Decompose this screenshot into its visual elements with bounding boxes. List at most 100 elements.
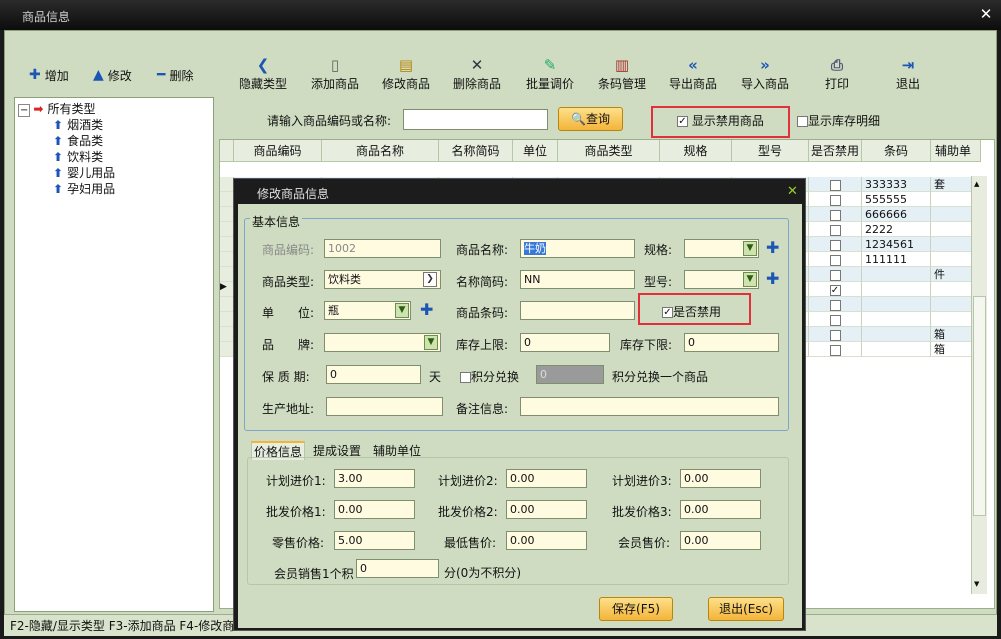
col-barcode[interactable]: 条码 [862,140,931,162]
col-name[interactable]: 商品名称 [322,140,439,162]
checkbox-icon[interactable] [829,209,841,221]
plan1-field[interactable]: 3.00 [334,469,415,488]
exit-dialog-button[interactable]: 退出(Esc) [708,597,784,621]
search-input[interactable] [403,109,548,130]
checkbox-icon[interactable] [829,254,841,266]
row-header[interactable] [220,297,234,312]
table-cell[interactable]: 333333 [862,177,931,192]
checkbox-icon[interactable] [829,179,841,191]
row-header[interactable] [220,177,234,192]
tree-item-maternity[interactable]: ⬆ 孕妇用品 [53,180,115,197]
checkbox-icon[interactable] [829,224,841,236]
scroll-up-icon[interactable]: ▲ [974,180,979,188]
add-spec-icon[interactable]: ✚ [766,240,779,256]
table-cell[interactable]: ✓ [809,282,862,297]
table-cell[interactable] [862,267,931,282]
tree-item-baby[interactable]: ⬆ 婴儿用品 [53,164,115,181]
barcode-button[interactable]: ▥ 条码管理 [590,55,654,92]
table-cell[interactable] [809,192,862,207]
shelf-life-field[interactable]: 0 [326,365,421,384]
table-cell[interactable] [862,342,931,357]
table-cell[interactable] [862,297,931,312]
table-cell[interactable] [809,267,862,282]
save-button[interactable]: 保存(F5) [599,597,673,621]
show-stock-checkbox[interactable]: 显示库存明细 [797,112,880,129]
show-disabled-checkbox[interactable]: ✓ 显示禁用商品 [677,112,764,129]
table-cell[interactable] [809,177,862,192]
row-header[interactable] [220,222,234,237]
col-abbr[interactable]: 名称简码 [439,140,513,162]
row-header[interactable] [220,327,234,342]
table-cell[interactable] [862,312,931,327]
tree-item-tobacco[interactable]: ⬆ 烟酒类 [53,116,103,133]
grid-scrollbar[interactable]: ▲ ▼ [971,176,987,594]
table-cell[interactable] [809,312,862,327]
batch-price-button[interactable]: ✎ 批量调价 [518,55,582,92]
note-field[interactable] [520,397,779,416]
close-icon[interactable]: ✕ [787,184,798,199]
disabled-checkbox[interactable]: ✓是否禁用 [662,303,721,320]
checkbox-icon[interactable] [829,344,841,356]
row-header[interactable] [220,192,234,207]
edit-button[interactable]: ▲ 修改 [93,66,132,84]
checkbox-icon[interactable] [829,194,841,206]
member-price-field[interactable]: 0.00 [680,531,761,550]
add-button[interactable]: ✚ 增加 [29,66,69,84]
edit-product-button[interactable]: ▤ 修改商品 [374,55,438,92]
name-field[interactable]: 牛奶 [520,239,635,258]
chevron-down-icon[interactable]: ▼ [743,272,757,287]
print-button[interactable]: ⎙ 打印 [805,55,869,92]
row-header[interactable] [220,237,234,252]
import-button[interactable]: » 导入商品 [733,55,797,92]
col-spec[interactable]: 规格 [660,140,732,162]
table-cell[interactable] [809,222,862,237]
table-cell[interactable]: 555555 [862,192,931,207]
points-field[interactable]: 0 [536,365,604,384]
row-header[interactable] [220,342,234,357]
tree-item-drinks[interactable]: ⬆ 饮料类 [53,148,103,165]
plan3-field[interactable]: 0.00 [680,469,761,488]
row-header[interactable] [220,207,234,222]
add-model-icon[interactable]: ✚ [766,271,779,287]
points-checkbox[interactable]: 积分兑换 [460,368,519,385]
checkbox-icon[interactable] [829,239,841,251]
delete-button[interactable]: ━ 删除 [157,66,193,84]
add-product-button[interactable]: ▯ 添加商品 [303,55,367,92]
col-disabled[interactable]: 是否禁用 [809,140,862,162]
checkbox-icon[interactable] [829,269,841,281]
table-cell[interactable]: 2222 [862,222,931,237]
retail-field[interactable]: 5.00 [334,531,415,550]
table-cell[interactable] [809,342,862,357]
stock-min-field[interactable]: 0 [684,333,779,352]
add-unit-icon[interactable]: ✚ [420,302,433,318]
export-button[interactable]: « 导出商品 [661,55,725,92]
tree-item-food[interactable]: ⬆ 食品类 [53,132,103,149]
table-cell[interactable] [809,237,862,252]
abbr-field[interactable]: NN [520,270,635,289]
chevron-down-icon[interactable]: ▼ [424,335,438,350]
barcode-field[interactable] [520,301,635,320]
delete-product-button[interactable]: ✕ 删除商品 [445,55,509,92]
chevron-down-icon[interactable]: ▼ [743,241,757,256]
min-price-field[interactable]: 0.00 [506,531,587,550]
table-cell[interactable]: 666666 [862,207,931,222]
table-cell[interactable] [809,327,862,342]
table-cell[interactable]: 111111 [862,252,931,267]
col-code[interactable]: 商品编码 [234,140,322,162]
stock-max-field[interactable]: 0 [520,333,610,352]
wholesale1-field[interactable]: 0.00 [334,500,415,519]
query-button[interactable]: 🔍查询 [558,107,623,131]
checkbox-icon[interactable] [829,299,841,311]
address-field[interactable] [326,397,443,416]
scroll-thumb[interactable] [973,296,986,516]
row-header[interactable] [220,252,234,267]
table-cell[interactable] [809,252,862,267]
col-unit[interactable]: 单位 [513,140,558,162]
checkbox-icon[interactable] [829,329,841,341]
col-model[interactable]: 型号 [732,140,809,162]
tree-root[interactable]: − ➡ 所有类型 [18,100,95,117]
hide-type-button[interactable]: ❮ 隐藏类型 [231,55,295,92]
col-type[interactable]: 商品类型 [558,140,660,162]
checkbox-icon[interactable] [829,314,841,326]
table-cell[interactable] [809,297,862,312]
